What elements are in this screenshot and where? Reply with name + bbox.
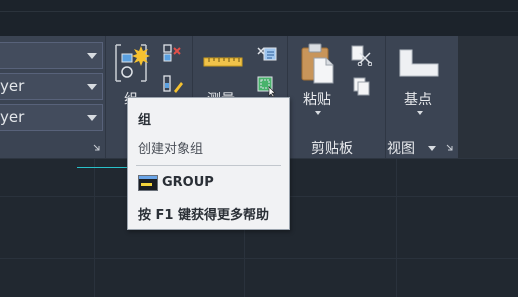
title-bar-area xyxy=(0,0,518,36)
select-all-icon[interactable] xyxy=(256,75,278,97)
command-line-icon xyxy=(138,175,158,195)
group-edit-icon[interactable] xyxy=(162,74,184,94)
paste-button-label[interactable]: 粘贴 xyxy=(303,89,331,109)
group-icon[interactable] xyxy=(113,42,155,84)
cut-icon[interactable] xyxy=(350,44,372,66)
quick-select-icon[interactable] xyxy=(256,44,278,66)
group-tooltip: 组 创建对象组 GROUP 按 F1 键获得更多帮助 xyxy=(127,97,290,230)
chevron-down-icon[interactable] xyxy=(417,111,423,115)
clipboard-panel-title: 剪贴板 xyxy=(311,141,353,157)
view-panel-launcher-icon[interactable] xyxy=(446,144,453,151)
canvas-grid-line xyxy=(0,258,518,259)
canvas-grid-line xyxy=(396,159,397,297)
tooltip-help-text: 按 F1 键获得更多帮助 xyxy=(138,208,269,223)
base-point-icon[interactable] xyxy=(398,48,440,78)
title-bar-divider xyxy=(0,11,518,12)
chevron-down-icon[interactable] xyxy=(315,111,321,115)
crosshair-line xyxy=(77,167,129,168)
canvas-grid-line xyxy=(94,159,95,297)
tooltip-command-name: GROUP xyxy=(162,175,214,190)
layer-dropdown-3[interactable]: yer xyxy=(0,104,103,131)
layer-dropdown-2-value: yer xyxy=(0,77,25,95)
layer-dropdown-2[interactable]: yer xyxy=(0,73,103,100)
measure-ruler-icon[interactable] xyxy=(203,55,243,69)
tooltip-title: 组 xyxy=(138,113,152,128)
view-panel-chevron-down-icon[interactable] xyxy=(428,146,436,151)
view-panel-title: 视图 xyxy=(387,141,415,157)
layer-dropdown-3-value: yer xyxy=(0,108,25,126)
layer-dropdown-1[interactable] xyxy=(0,42,103,69)
layers-panel-launcher-icon[interactable] xyxy=(93,144,100,151)
panel-separator xyxy=(105,36,106,158)
ribbon-empty-area xyxy=(458,36,518,158)
chevron-down-icon xyxy=(87,84,97,90)
ungroup-icon[interactable] xyxy=(162,43,182,63)
chevron-down-icon xyxy=(87,115,97,121)
tooltip-divider xyxy=(136,165,281,166)
paste-icon[interactable] xyxy=(300,42,336,84)
copy-icon[interactable] xyxy=(352,76,372,96)
base-point-button-label[interactable]: 基点 xyxy=(404,89,432,109)
panel-separator xyxy=(385,36,386,158)
chevron-down-icon xyxy=(87,53,97,59)
tooltip-description: 创建对象组 xyxy=(138,142,204,157)
